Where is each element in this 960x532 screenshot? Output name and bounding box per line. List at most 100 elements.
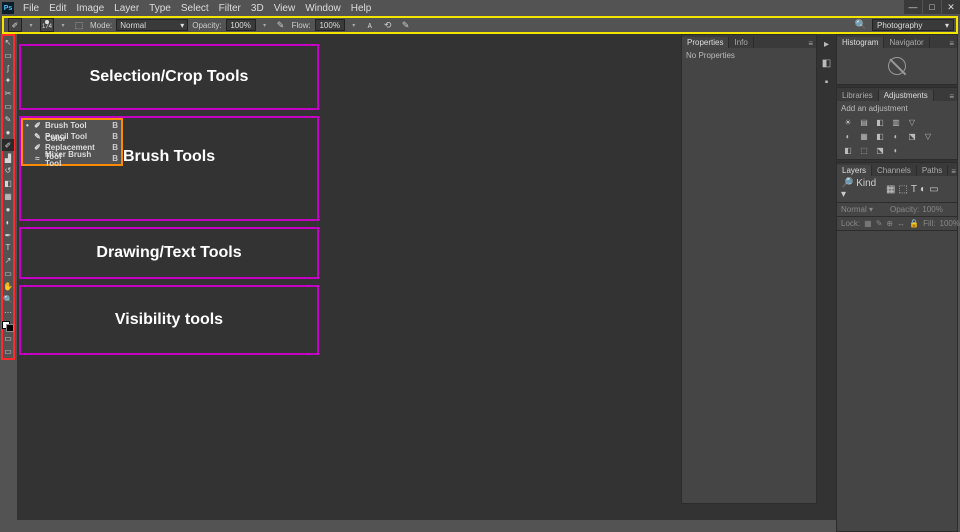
brush-tool[interactable]: ✐: [2, 139, 14, 151]
adjustment-icon-13[interactable]: ▽: [921, 130, 935, 142]
gradient-tool[interactable]: ▦: [2, 191, 14, 203]
tab-properties[interactable]: Properties: [682, 37, 729, 48]
eraser-tool[interactable]: ◧: [2, 178, 14, 190]
adjustment-icon-2[interactable]: ◧: [873, 116, 887, 128]
opacity-dd[interactable]: ▾: [260, 18, 270, 32]
history-brush-tool[interactable]: ↺: [2, 165, 14, 177]
workspace-select[interactable]: Photography ▾: [872, 19, 954, 31]
crop-tool[interactable]: ✂: [2, 88, 14, 100]
strip-icon-2[interactable]: ◧: [820, 57, 833, 70]
screen-mode-icon[interactable]: ▭: [2, 346, 14, 358]
menu-file[interactable]: File: [18, 3, 44, 14]
menu-select[interactable]: Select: [176, 3, 214, 14]
lock-artboard-icon[interactable]: ↔: [897, 219, 905, 228]
brush-panel-toggle-icon[interactable]: ⬚: [72, 18, 86, 32]
strip-icon-1[interactable]: ▸: [820, 38, 833, 51]
color-swatches[interactable]: [2, 321, 14, 333]
lock-position-icon[interactable]: ⊕: [886, 219, 893, 228]
menu-image[interactable]: Image: [71, 3, 109, 14]
tab-info[interactable]: Info: [729, 37, 753, 48]
maximize-button[interactable]: □: [923, 0, 941, 14]
rectangle-tool[interactable]: ▭: [2, 268, 14, 280]
menu-help[interactable]: Help: [346, 3, 377, 14]
tab-navigator[interactable]: Navigator: [884, 37, 929, 48]
blur-tool[interactable]: ●: [2, 203, 14, 215]
menu-filter[interactable]: Filter: [214, 3, 246, 14]
menu-window[interactable]: Window: [300, 3, 346, 14]
panel-menu-icon[interactable]: ≡: [805, 39, 816, 48]
type-tool[interactable]: T: [2, 242, 14, 254]
smoothing-icon[interactable]: ⟲: [381, 18, 395, 32]
marquee-tool[interactable]: ▭: [2, 49, 14, 61]
lock-transparent-icon[interactable]: ▦: [864, 219, 872, 228]
quick-select-tool[interactable]: ✦: [2, 75, 14, 87]
filter-icon-pixel[interactable]: ▦: [886, 184, 895, 195]
airbrush-icon[interactable]: ᴀ: [363, 18, 377, 32]
blend-mode-select[interactable]: Normal ▾: [116, 19, 188, 31]
tool-preset-icon[interactable]: ✐: [8, 18, 22, 32]
panel-menu-icon[interactable]: ≡: [948, 167, 959, 176]
adjustment-icon-10[interactable]: ◧: [873, 130, 887, 142]
move-tool[interactable]: ↖: [2, 37, 14, 49]
dodge-tool[interactable]: ◐: [2, 216, 14, 228]
layer-fill-input[interactable]: 100%: [940, 219, 960, 228]
pressure-opacity-icon[interactable]: ✎: [274, 18, 288, 32]
filter-icon-shape[interactable]: ◐: [920, 184, 926, 195]
layer-opacity-input[interactable]: 100%: [922, 205, 950, 214]
adjustment-icon-9[interactable]: ▦: [857, 130, 871, 142]
adjustment-icon-16[interactable]: ◧: [841, 144, 855, 156]
pressure-size-icon[interactable]: ✎: [399, 18, 413, 32]
layer-blend-select[interactable]: Normal ▾: [841, 205, 887, 214]
flow-dd[interactable]: ▾: [349, 18, 359, 32]
filter-icon-type[interactable]: T: [911, 184, 917, 195]
panel-menu-icon[interactable]: ≡: [946, 39, 957, 48]
layers-list[interactable]: [837, 231, 957, 531]
tab-layers[interactable]: Layers: [837, 165, 872, 176]
tab-histogram[interactable]: Histogram: [837, 37, 884, 48]
close-button[interactable]: ✕: [942, 0, 960, 14]
tab-adjustments[interactable]: Adjustments: [879, 90, 934, 101]
tab-libraries[interactable]: Libraries: [837, 90, 879, 101]
adjustment-icon-8[interactable]: ◐: [841, 130, 855, 142]
quick-mask-icon[interactable]: ▭: [2, 333, 14, 345]
adjustment-icon-18[interactable]: ⬔: [873, 144, 887, 156]
search-icon[interactable]: 🔍: [854, 18, 868, 32]
lasso-tool[interactable]: ʃ: [2, 62, 14, 74]
adjustment-icon-4[interactable]: ▽: [905, 116, 919, 128]
pen-tool[interactable]: ✒: [2, 229, 14, 241]
tab-paths[interactable]: Paths: [917, 165, 948, 176]
brush-size-swatch[interactable]: 174: [40, 18, 54, 32]
frame-tool[interactable]: ▭: [2, 101, 14, 113]
adjustment-icon-3[interactable]: ▥: [889, 116, 903, 128]
hand-tool[interactable]: ✋: [2, 281, 14, 293]
adjustment-icon-0[interactable]: ☀: [841, 116, 855, 128]
lock-all-icon[interactable]: 🔒: [909, 219, 919, 228]
panel-menu-icon[interactable]: ≡: [946, 92, 957, 101]
edit-toolbar[interactable]: ⋯: [2, 306, 14, 318]
healing-brush-tool[interactable]: ●: [2, 126, 14, 138]
menu-edit[interactable]: Edit: [44, 3, 71, 14]
filter-icon-adjust[interactable]: ⬚: [898, 184, 907, 195]
path-select-tool[interactable]: ↗: [2, 255, 14, 267]
zoom-tool[interactable]: 🔍: [2, 293, 14, 305]
menu-layer[interactable]: Layer: [109, 3, 144, 14]
background-color[interactable]: [6, 324, 14, 332]
clone-stamp-tool[interactable]: ▟: [2, 152, 14, 164]
adjustment-icon-17[interactable]: ⬚: [857, 144, 871, 156]
flyout-item[interactable]: ≈Mixer Brush ToolB: [23, 153, 121, 164]
strip-icon-3[interactable]: ▪: [820, 76, 833, 89]
adjustment-icon-11[interactable]: ◐: [889, 130, 903, 142]
eyedropper-tool[interactable]: ✎: [2, 114, 14, 126]
flow-input[interactable]: 100%: [315, 19, 345, 31]
flyout-item[interactable]: •✐Brush ToolB: [23, 120, 121, 131]
menu-view[interactable]: View: [269, 3, 301, 14]
filter-icon-smart[interactable]: ▭: [929, 184, 938, 195]
layer-filter-kind[interactable]: 🔎 Kind ▾: [841, 178, 883, 200]
lock-pixels-icon[interactable]: ✎: [876, 219, 883, 228]
adjustment-icon-1[interactable]: ▤: [857, 116, 871, 128]
opacity-input[interactable]: 100%: [226, 19, 256, 31]
menu-3d[interactable]: 3D: [246, 3, 269, 14]
tool-preset-dd[interactable]: ▾: [26, 18, 36, 32]
menu-type[interactable]: Type: [144, 3, 176, 14]
minimize-button[interactable]: —: [904, 0, 922, 14]
